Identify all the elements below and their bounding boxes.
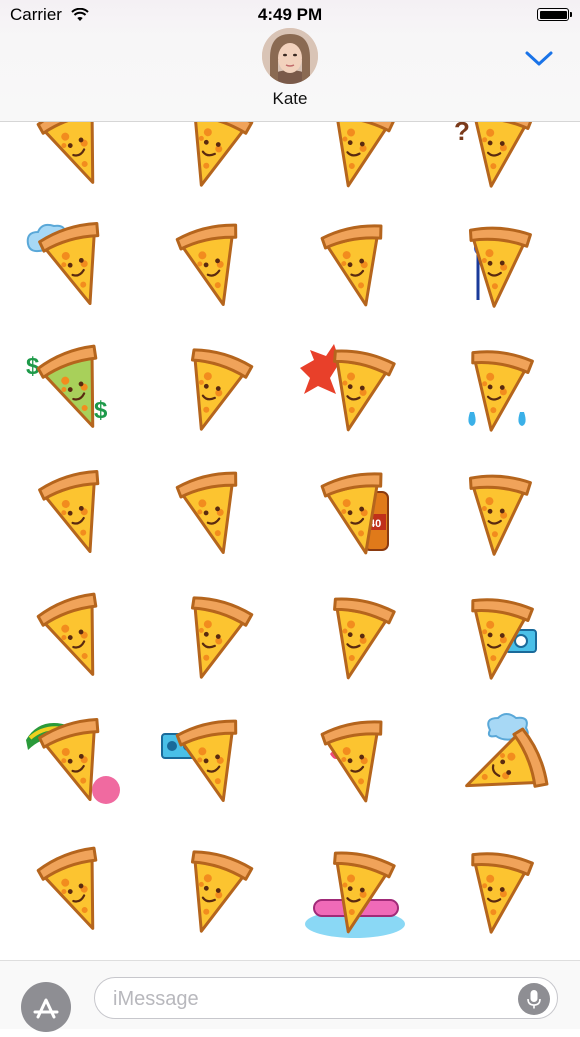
sticker-pizza-drink-40[interactable]: 40 [300,462,410,562]
sticker-grid: ? $ $ 40 [0,0,580,960]
sticker-pizza-thinking[interactable] [20,214,130,314]
avatar[interactable] [262,28,318,84]
microphone-icon[interactable] [518,983,550,1015]
sticker-pizza-crying[interactable] [440,338,550,438]
sticker-pizza-pool-float[interactable] [300,840,410,940]
sticker-pizza-love[interactable] [300,710,410,810]
sticker-pizza-facepalm[interactable] [440,462,550,562]
conversation-header: Carrier 4:49 PM Kate [0,0,580,122]
status-bar: Carrier 4:49 PM [0,0,580,30]
sticker-pizza-sleeping[interactable] [440,710,550,810]
sticker-pizza-hug[interactable] [300,586,410,686]
svg-text:$: $ [94,397,108,424]
sticker-pizza-angry[interactable] [20,462,130,562]
sticker-pizza-eating[interactable] [300,214,410,314]
sticker-pizza-rasta-peace[interactable] [20,710,130,810]
sticker-pizza-hello[interactable] [20,840,130,940]
contact-name[interactable]: Kate [0,89,580,109]
chevron-down-icon[interactable] [524,48,554,68]
sticker-pizza-shrug[interactable] [156,586,266,686]
app-store-icon[interactable] [21,982,71,1032]
sticker-pizza-tongue[interactable] [156,840,266,940]
sticker-pizza-hands-hips[interactable] [156,462,266,562]
sticker-pizza-shocked[interactable] [156,214,266,314]
sticker-pizza-camera[interactable] [440,586,550,686]
battery-icon [537,8,572,21]
message-input-bar: iMessage [0,960,580,1032]
clock: 4:49 PM [257,5,323,24]
sticker-pizza-money[interactable]: $ $ [20,338,130,438]
message-placeholder: iMessage [113,988,199,1010]
sticker-pizza-boombox[interactable] [156,710,266,810]
svg-text:$: $ [26,353,40,380]
sticker-pizza-cool-glasses[interactable] [300,338,410,438]
sticker-pizza-fork-knife[interactable] [156,338,266,438]
message-input[interactable]: iMessage [94,977,558,1019]
sticker-pizza-laughing[interactable] [20,586,130,686]
sticker-pizza-singing[interactable] [440,214,550,314]
sticker-pizza-plain[interactable] [440,840,550,940]
